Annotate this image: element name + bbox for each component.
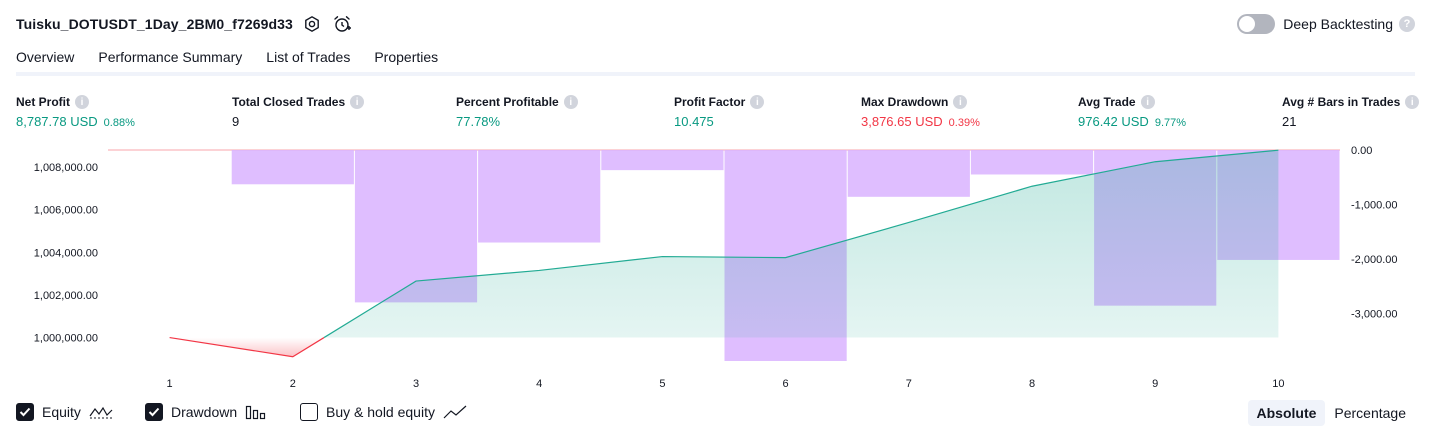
equity-drawdown-chart[interactable]: 1,000,000.00 1,002,000.00 1,004,000.00 1,00… bbox=[0, 140, 1431, 395]
x-axis-tick: 9 bbox=[1152, 378, 1158, 390]
legend-buy-hold[interactable]: Buy & hold equity bbox=[300, 403, 467, 421]
strategy-header: Tuisku_DOTUSDT_1Day_2BM0_f7269d33 bbox=[16, 13, 353, 35]
info-icon[interactable]: i bbox=[563, 95, 578, 109]
drawdown-bar bbox=[231, 150, 354, 185]
metric-percent-profitable: Percent Profitable i 77.78% bbox=[456, 94, 578, 130]
metric-profit-factor: Profit Factor i 10.475 bbox=[674, 94, 765, 130]
left-axis-tick: 1,004,000.00 bbox=[34, 247, 98, 259]
right-axis-tick: -1,000.00 bbox=[1351, 199, 1397, 211]
equity-loss-area bbox=[169, 337, 325, 357]
right-axis-tick: -2,000.00 bbox=[1351, 254, 1397, 266]
drawdown-checkbox[interactable] bbox=[145, 403, 163, 421]
left-axis-tick: 1,006,000.00 bbox=[34, 205, 98, 217]
metric-net-profit: Net Profit i 8,787.78 USD 0.88% bbox=[16, 94, 135, 130]
info-icon[interactable]: i bbox=[953, 95, 968, 109]
info-icon[interactable]: i bbox=[750, 95, 765, 109]
metric-value: 3,876.65 USD bbox=[861, 114, 943, 129]
metric-label: Total Closed Trades bbox=[232, 95, 346, 109]
left-axis-tick: 1,000,000.00 bbox=[34, 333, 98, 345]
info-icon[interactable]: i bbox=[350, 95, 365, 109]
alarm-clock-icon[interactable] bbox=[331, 13, 353, 35]
display-mode-switch: Absolute Percentage bbox=[1247, 400, 1416, 426]
legend-equity[interactable]: Equity bbox=[16, 403, 113, 421]
strategy-title: Tuisku_DOTUSDT_1Day_2BM0_f7269d33 bbox=[16, 16, 293, 32]
metric-label: Avg Trade bbox=[1078, 95, 1136, 109]
left-axis-tick: 1,002,000.00 bbox=[34, 290, 98, 302]
deep-backtesting-toggle[interactable] bbox=[1237, 14, 1276, 34]
metric-value: 21 bbox=[1282, 114, 1297, 129]
left-axis-tick: 1,008,000.00 bbox=[34, 162, 98, 174]
equity-line-icon bbox=[89, 404, 113, 420]
metric-value: 77.78% bbox=[456, 114, 501, 129]
metric-value: 10.475 bbox=[674, 114, 714, 129]
x-axis-tick: 6 bbox=[783, 378, 789, 390]
metric-value: 8,787.78 USD bbox=[16, 114, 98, 129]
deep-backtesting: Deep Backtesting ? bbox=[1237, 13, 1415, 35]
equity-label: Equity bbox=[42, 404, 81, 420]
x-axis-tick: 5 bbox=[659, 378, 665, 390]
metric-label: Net Profit bbox=[16, 95, 70, 109]
toggle-knob bbox=[1239, 16, 1256, 32]
metric-label: Percent Profitable bbox=[456, 95, 559, 109]
drawdown-bar bbox=[970, 150, 1094, 175]
x-axis-tick: 7 bbox=[906, 378, 912, 390]
metric-value: 976.42 USD bbox=[1078, 114, 1149, 129]
x-axis-tick: 1 bbox=[167, 378, 173, 390]
metric-sub-value: 9.77% bbox=[1154, 117, 1187, 129]
metric-label: Avg # Bars in Trades bbox=[1282, 95, 1401, 109]
absolute-button[interactable]: Absolute bbox=[1247, 400, 1326, 426]
legend-drawdown[interactable]: Drawdown bbox=[145, 403, 267, 421]
settings-icon[interactable] bbox=[301, 13, 323, 35]
metric-value: 9 bbox=[232, 114, 240, 129]
metric-avg-trade: Avg Trade i 976.42 USD 9.77% bbox=[1078, 94, 1186, 130]
x-axis-tick: 4 bbox=[536, 378, 542, 390]
metric-total-closed-trades: Total Closed Trades i 9 bbox=[232, 94, 365, 130]
deep-backtesting-label: Deep Backtesting bbox=[1283, 16, 1393, 32]
drawdown-bar bbox=[601, 150, 724, 171]
help-icon[interactable]: ? bbox=[1399, 16, 1415, 32]
x-axis-tick: 10 bbox=[1272, 378, 1284, 390]
drawdown-bar bbox=[478, 150, 601, 243]
drawdown-label: Drawdown bbox=[171, 404, 238, 420]
metric-label: Profit Factor bbox=[674, 95, 746, 109]
info-icon[interactable]: i bbox=[1405, 95, 1420, 109]
buy-hold-line-icon bbox=[443, 404, 467, 420]
drawdown-bars-icon bbox=[245, 404, 267, 420]
metric-max-drawdown: Max Drawdown i 3,876.65 USD 0.39% bbox=[861, 94, 980, 130]
x-axis-tick: 2 bbox=[290, 378, 296, 390]
info-icon[interactable]: i bbox=[75, 95, 89, 109]
tabs-divider bbox=[16, 72, 1415, 76]
right-axis-tick: -3,000.00 bbox=[1351, 308, 1397, 320]
drawdown-bar bbox=[847, 150, 970, 197]
info-icon[interactable]: i bbox=[1140, 95, 1155, 109]
metric-label: Max Drawdown bbox=[861, 95, 949, 109]
right-axis-tick: 0.00 bbox=[1351, 145, 1372, 157]
buy-hold-label: Buy & hold equity bbox=[326, 404, 435, 420]
equity-checkbox[interactable] bbox=[16, 403, 34, 421]
buy-hold-checkbox[interactable] bbox=[300, 403, 318, 421]
metric-sub-value: 0.88% bbox=[103, 117, 135, 129]
metric-sub-value: 0.39% bbox=[948, 117, 980, 129]
x-axis-tick: 8 bbox=[1029, 378, 1035, 390]
percentage-button[interactable]: Percentage bbox=[1325, 400, 1415, 426]
x-axis-tick: 3 bbox=[413, 378, 419, 390]
metric-avg-bars-in-trades: Avg # Bars in Trades i 21 bbox=[1282, 94, 1420, 130]
